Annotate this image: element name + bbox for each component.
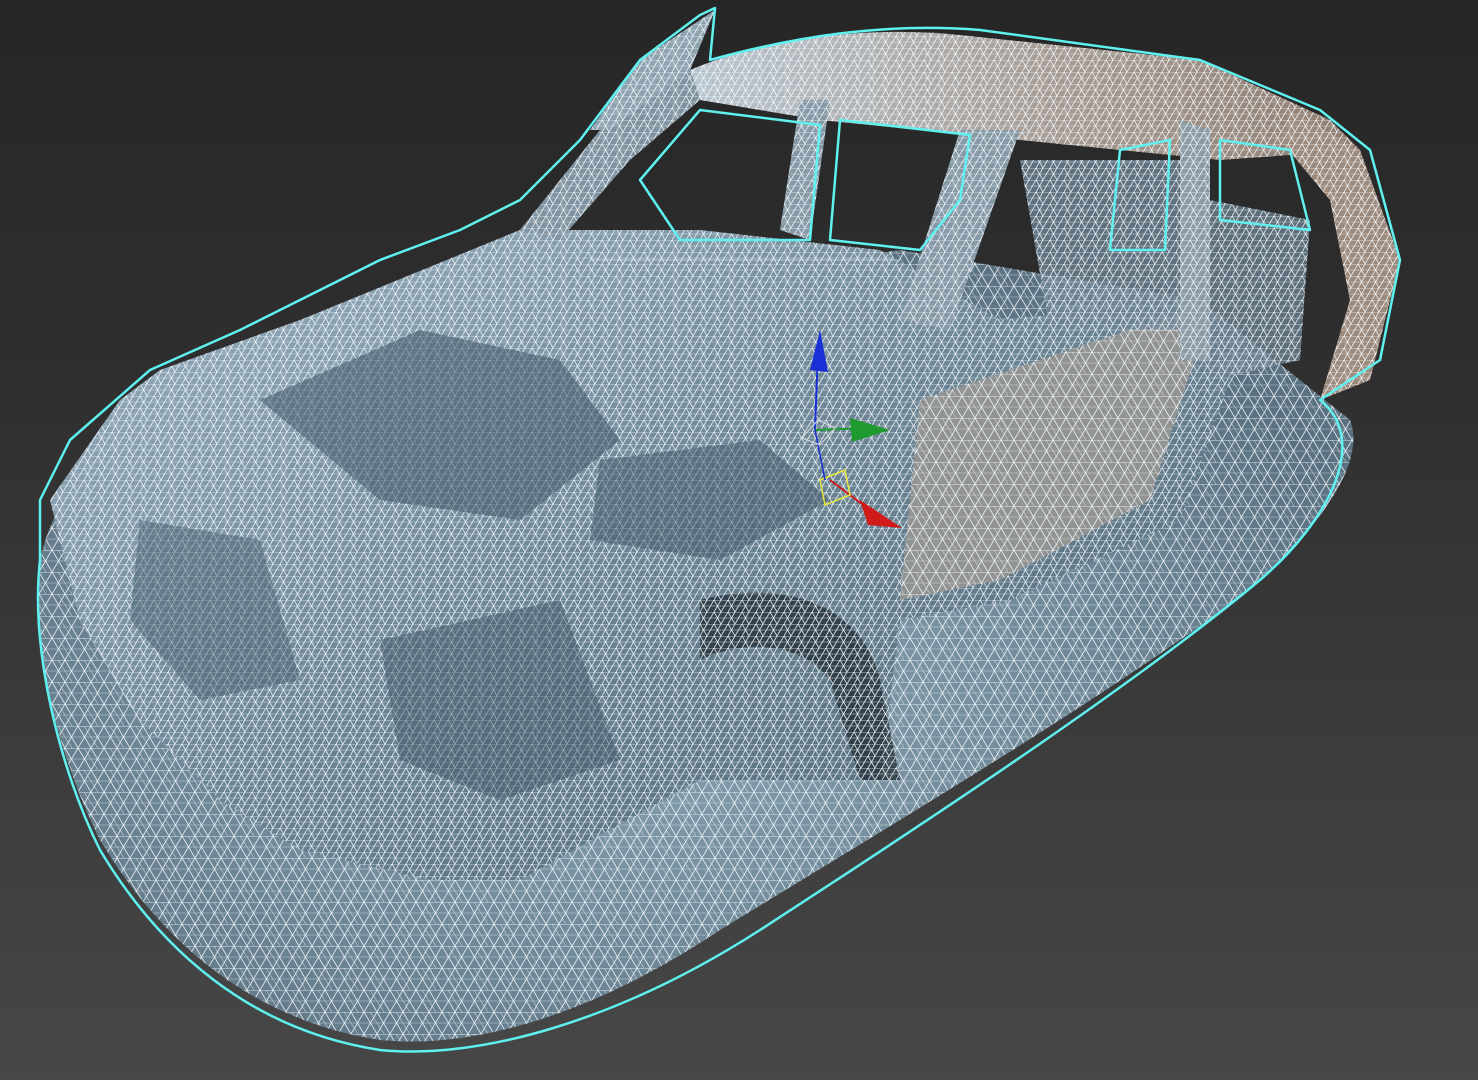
scene-render[interactable]: [0, 0, 1478, 1080]
gizmo-center[interactable]: [801, 419, 836, 446]
gizmo-plane-handle[interactable]: [814, 429, 851, 507]
3d-viewport[interactable]: [0, 0, 1478, 1080]
move-gizmo[interactable]: [790, 320, 920, 550]
gizmo-x-axis[interactable]: [829, 479, 902, 528]
gizmo-z-axis[interactable]: [810, 330, 828, 431]
